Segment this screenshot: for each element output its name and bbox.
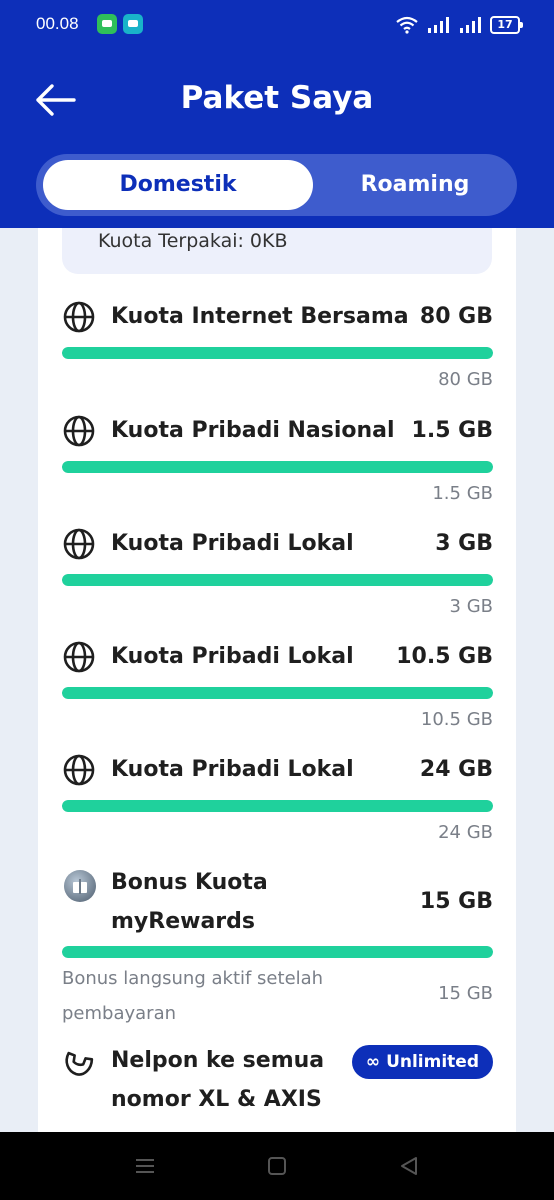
quota-progress-fill	[62, 347, 493, 359]
status-time: 00.08	[36, 14, 79, 33]
phone-icon	[65, 1051, 94, 1076]
tab-bar: Domestik Roaming	[36, 154, 517, 216]
quota-progress-bar	[62, 347, 493, 359]
quota-amount: 3 GB	[435, 531, 493, 556]
navigation-bar	[0, 1132, 554, 1200]
quota-progress-fill	[62, 574, 493, 586]
bonus-name-line2: myRewards	[111, 909, 255, 934]
signal-icon	[428, 17, 449, 33]
bonus-name-line1: Bonus Kuota	[111, 870, 268, 895]
call-name-line1: Nelpon ke semua	[111, 1048, 325, 1073]
globe-icon	[63, 754, 95, 786]
quota-name: Kuota Internet Bersama	[111, 304, 409, 329]
unlimited-badge: ∞ Unlimited	[351, 1045, 493, 1079]
quota-name: Kuota Pribadi Lokal	[111, 531, 354, 556]
bonus-progress-fill	[62, 946, 493, 958]
quota-name: Kuota Pribadi Lokal	[111, 644, 354, 669]
quota-amount: 1.5 GB	[411, 418, 493, 443]
quota-progress-bar	[62, 687, 493, 699]
quota-progress-bar	[62, 574, 493, 586]
tab-roaming[interactable]: Roaming	[313, 160, 517, 210]
gift-icon	[64, 870, 96, 902]
menu-icon[interactable]	[130, 1152, 160, 1180]
quota-progress-fill	[62, 800, 493, 812]
globe-icon	[63, 528, 95, 560]
quota-remaining: 80 GB	[438, 369, 493, 390]
bonus-progress-bar	[62, 946, 493, 958]
quota-remaining: 3 GB	[449, 596, 493, 617]
quota-amount: 10.5 GB	[396, 644, 493, 669]
globe-icon	[63, 415, 95, 447]
messenger-notification-icon	[123, 14, 143, 34]
quota-name: Kuota Pribadi Lokal	[111, 757, 354, 782]
home-icon[interactable]	[262, 1152, 292, 1180]
page-title: Paket Saya	[180, 80, 374, 116]
status-icons: 17	[396, 14, 523, 36]
call-name-line2: nomor XL & AXIS	[111, 1087, 322, 1112]
back-icon[interactable]	[394, 1152, 424, 1180]
battery-icon: 17	[490, 16, 523, 34]
quota-progress-bar	[62, 800, 493, 812]
usage-summary: Kuota Terpakai: 0KB	[62, 228, 492, 274]
unlimited-label: Unlimited	[386, 1052, 479, 1072]
quota-progress-fill	[62, 687, 493, 699]
package-card: Kuota Terpakai: 0KB Kuota Internet Bersa…	[38, 228, 516, 1132]
signal-icon-2	[460, 17, 481, 33]
chat-notification-icon	[97, 14, 117, 34]
bonus-remaining: 15 GB	[438, 983, 493, 1004]
quota-remaining: 10.5 GB	[420, 709, 493, 730]
bonus-amount: 15 GB	[419, 889, 493, 914]
quota-name: Kuota Pribadi Nasional	[111, 418, 395, 443]
globe-icon	[63, 301, 95, 333]
bonus-note: Bonus langsung aktif setelah pembayaran	[62, 968, 324, 1024]
header: 00.08 17 Paket Saya Domestik Roaming	[0, 0, 554, 228]
usage-summary-text: Kuota Terpakai: 0KB	[98, 230, 288, 252]
tab-domestik[interactable]: Domestik	[43, 160, 313, 210]
globe-icon	[63, 641, 95, 673]
status-bar: 00.08 17	[0, 0, 554, 50]
quota-remaining: 1.5 GB	[432, 483, 493, 504]
quota-remaining: 24 GB	[438, 822, 493, 843]
quota-amount: 80 GB	[419, 304, 493, 329]
infinity-icon: ∞	[365, 1052, 381, 1072]
quota-progress-bar	[62, 461, 493, 473]
wifi-icon	[396, 16, 418, 34]
quota-progress-fill	[62, 461, 493, 473]
quota-amount: 24 GB	[419, 757, 493, 782]
